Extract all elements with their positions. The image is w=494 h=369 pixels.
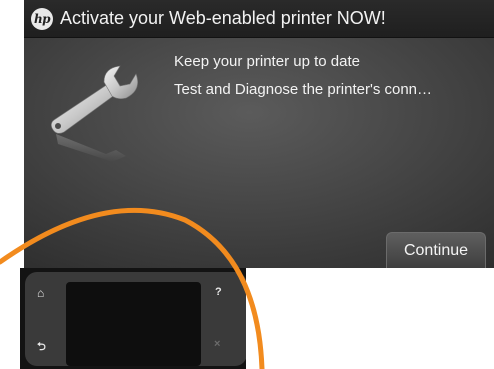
feature-item: Test and Diagnose the printer's conn… [174, 81, 433, 98]
back-icon[interactable]: ⮌ [37, 338, 46, 357]
control-panel-display [66, 282, 201, 366]
title-bar: hp Activate your Web-enabled printer NOW… [24, 0, 494, 38]
continue-button[interactable]: Continue [386, 232, 486, 268]
control-panel: ⌂ ? ⮌ × [20, 268, 246, 369]
help-icon[interactable]: ? [215, 286, 222, 298]
home-icon[interactable]: ⌂ [37, 286, 44, 300]
page-title: Activate your Web-enabled printer NOW! [60, 8, 386, 28]
control-panel-bezel: ⌂ ? ⮌ × [25, 272, 246, 366]
hp-logo: hp [31, 7, 53, 30]
printer-screen: hp Activate your Web-enabled printer NOW… [24, 0, 494, 268]
wrench-icon [51, 65, 138, 162]
feature-item: Keep your printer up to date [174, 53, 360, 70]
close-icon[interactable]: × [214, 338, 220, 350]
feature-list: Keep your printer up to date Test and Di… [174, 52, 432, 108]
